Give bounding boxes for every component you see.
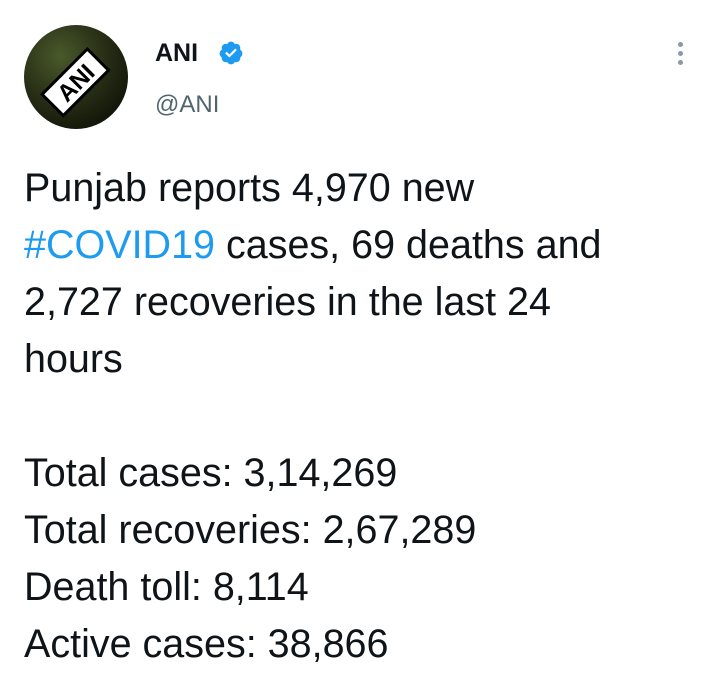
ani-logo-icon: ANI xyxy=(39,46,111,118)
stat-total-cases: Total cases: 3,14,269 xyxy=(24,451,398,495)
hashtag-link[interactable]: #COVID19 xyxy=(24,223,215,267)
tweet-line-2: #COVID19 cases, 69 deaths and xyxy=(24,217,704,274)
tweet-line-1: Punjab reports 4,970 new xyxy=(24,166,475,210)
tweet-text: Punjab reports 4,970 new #COVID19 cases,… xyxy=(24,160,704,673)
verified-badge-icon xyxy=(219,41,243,65)
tweet-line-3: 2,727 recoveries in the last 24 xyxy=(24,280,551,324)
handle[interactable]: @ANI xyxy=(155,90,219,120)
stat-total-recoveries: Total recoveries: 2,67,289 xyxy=(24,508,477,552)
stat-death-toll: Death toll: 8,114 xyxy=(24,565,309,609)
more-options-icon[interactable] xyxy=(670,42,690,72)
display-name[interactable]: ANI xyxy=(155,38,198,68)
stat-active-cases: Active cases: 38,866 xyxy=(24,622,389,666)
avatar[interactable]: ANI xyxy=(24,25,128,129)
tweet-card: ANI ANI @ANI Punjab reports 4,970 new #C… xyxy=(0,0,720,683)
tweet-line-2-rest: cases, 69 deaths and xyxy=(215,223,602,267)
tweet-line-4: hours xyxy=(24,337,123,381)
